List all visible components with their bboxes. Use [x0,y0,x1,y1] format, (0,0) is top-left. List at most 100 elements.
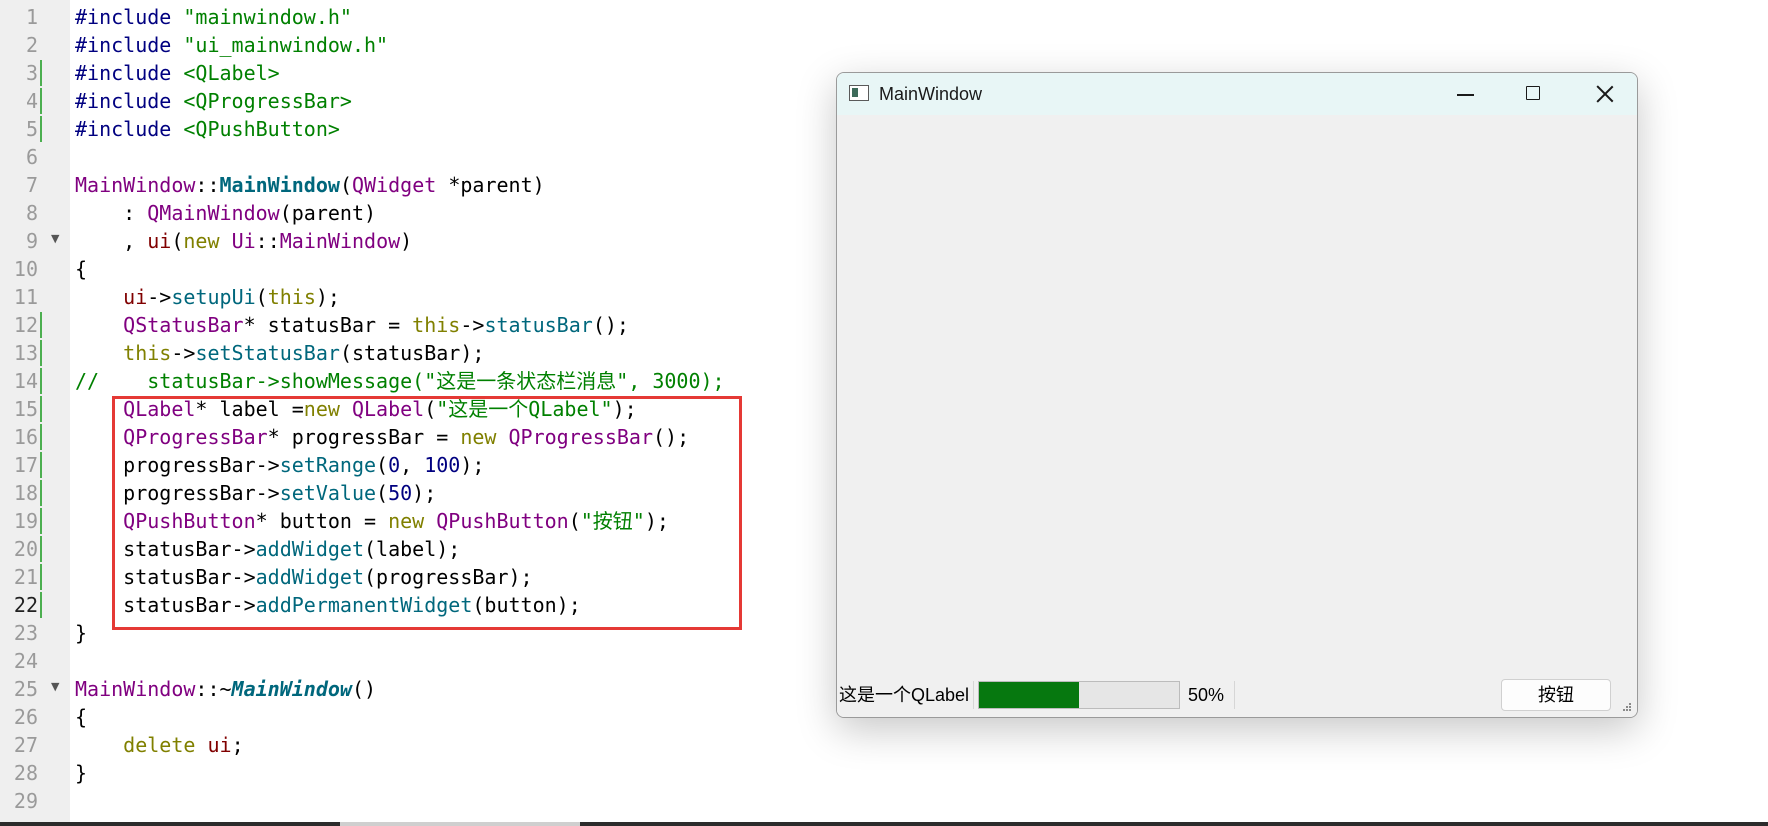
code-line[interactable]: 8 : QMainWindow(parent) [0,199,900,227]
code-token: <QPushButton> [183,117,340,141]
code-line[interactable]: 26 { [0,703,900,731]
change-marker [40,340,42,366]
code-token: ( [339,173,352,197]
code-token: *parent) [436,173,545,197]
code-text: #include "ui_mainwindow.h" [75,31,388,59]
code-text: this->setStatusBar(statusBar); [75,339,484,367]
line-number: 16 [13,425,38,449]
code-line[interactable]: 25 ▼ MainWindow::~MainWindow() [0,675,900,703]
change-marker [40,592,42,618]
line-number: 24 [13,649,38,673]
code-token: QWidget [351,173,437,197]
fold-arrow-icon[interactable]: ▼ [51,233,59,245]
code-token: this [412,313,461,337]
code-line[interactable]: 28} [0,759,900,787]
code-line[interactable]: 6 [0,143,900,171]
window-app-icon [849,85,869,101]
code-token: (statusBar); [339,341,485,365]
code-token: #include [75,117,184,141]
code-text: { [75,255,87,283]
line-number: 13 [13,341,38,365]
code-text: } [75,619,87,647]
code-line[interactable]: 10 { [0,255,900,283]
code-line[interactable]: 1 #include "mainwindow.h" [0,3,900,31]
code-token: #include [75,61,184,85]
code-line[interactable]: 5 #include <QPushButton> [0,115,900,143]
line-number: 18 [13,481,38,505]
code-text: delete ui; [75,731,243,759]
size-grip-icon[interactable] [1621,701,1633,713]
code-line[interactable]: 7 MainWindow::MainWindow(QWidget *parent) [0,171,900,199]
code-line[interactable]: 13 this->setStatusBar(statusBar); [0,339,900,367]
change-marker [40,508,42,534]
horizontal-scrollbar[interactable] [0,822,1768,826]
code-token: { [75,705,88,729]
code-line[interactable]: 4 #include <QProgressBar> [0,87,900,115]
code-line[interactable]: 2 #include "ui_mainwindow.h" [0,31,900,59]
line-number: 15 [13,397,38,421]
line-number: 20 [13,537,38,561]
code-token: (); [592,313,629,337]
code-token: MainWindow [75,677,196,701]
code-line[interactable]: 11 ui->setupUi(this); [0,283,900,311]
code-token: "mainwindow.h" [183,5,352,29]
status-label: 这是一个QLabel [839,685,970,705]
line-number: 6 [25,145,38,169]
scrollbar-thumb[interactable] [340,822,580,826]
code-token: setupUi [171,285,256,309]
code-token: } [75,761,88,785]
line-number: 3 [25,61,38,85]
code-token: MainWindow [75,173,196,197]
code-text: #include <QProgressBar> [75,87,352,115]
code-line[interactable]: 12 QStatusBar* statusBar = this->statusB… [0,311,900,339]
code-token: <QProgressBar> [183,89,352,113]
code-text: #include "mainwindow.h" [75,3,352,31]
code-token: #include [75,33,184,57]
code-token: this [123,341,172,365]
line-number: 12 [13,313,38,337]
code-text: // statusBar->showMessage("这是一条状态栏消息", 3… [75,367,725,395]
code-text: : QMainWindow(parent) [75,199,376,227]
change-marker [40,564,42,590]
minimize-button[interactable] [1431,73,1499,115]
line-number: 1 [25,5,38,29]
code-token: } [75,621,88,645]
code-token: setStatusBar [195,341,340,365]
code-line[interactable]: 3 #include <QLabel> [0,59,900,87]
line-number: 25 [13,677,38,701]
code-token: QMainWindow [147,201,280,225]
code-token: #include [75,89,184,113]
line-number: 2 [25,33,38,57]
code-line[interactable]: 9 ▼ , ui(new Ui::MainWindow) [0,227,900,255]
code-text: ui->setupUi(this); [75,283,340,311]
code-line[interactable]: 24 [0,647,900,675]
code-token: "ui_mainwindow.h" [183,33,389,57]
change-marker [40,368,42,394]
code-text: } [75,759,87,787]
code-line[interactable]: 14 // statusBar->showMessage("这是一条状态栏消息",… [0,367,900,395]
main-window[interactable]: MainWindow 这是一个QLabel 50% 按钮 [836,72,1638,718]
code-token: -> [147,285,172,309]
code-line[interactable]: 29 [0,787,900,815]
fold-arrow-icon[interactable]: ▼ [51,681,59,693]
title-bar[interactable]: MainWindow [837,73,1637,115]
code-token: delete [123,733,196,757]
line-number: 28 [13,761,38,785]
code-token: this [267,285,316,309]
line-number: 9 [25,229,38,253]
status-push-button[interactable]: 按钮 [1501,679,1611,711]
code-token: QStatusBar [123,313,244,337]
code-token: : [75,201,148,225]
code-line[interactable]: 27 delete ui; [0,731,900,759]
close-button[interactable] [1569,73,1637,115]
minimize-icon [1457,94,1474,96]
maximize-button[interactable] [1500,73,1568,115]
code-token: * statusBar = [243,313,413,337]
line-number: 4 [25,89,38,113]
central-widget [837,115,1637,673]
line-number: 26 [13,705,38,729]
